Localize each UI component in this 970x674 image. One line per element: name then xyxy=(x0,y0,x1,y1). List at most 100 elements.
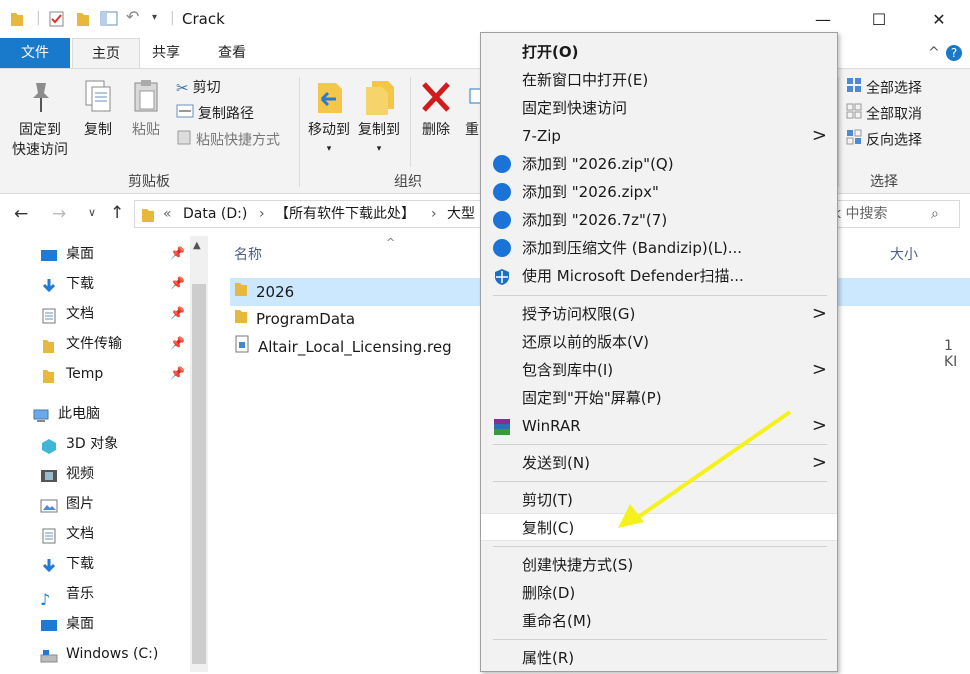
menu-item-defender-scan[interactable]: 使用 Microsoft Defender扫描... xyxy=(481,262,837,290)
pin-icon[interactable]: 📌 xyxy=(170,246,185,260)
scroll-up-icon[interactable]: ▲ xyxy=(193,240,201,251)
menu-label: 授予访问权限(G) xyxy=(522,305,636,323)
menu-item-properties[interactable]: 属性(R) xyxy=(481,644,837,672)
undo-icon[interactable]: ↶ xyxy=(126,7,139,26)
nav-item-desktop-2[interactable]: 桌面 xyxy=(40,610,94,638)
nav-label: 下载 xyxy=(66,276,94,292)
copy-button[interactable]: 复制 xyxy=(78,79,118,139)
nav-label: 下载 xyxy=(66,556,94,572)
menu-item-grant-access[interactable]: 授予访问权限(G) > xyxy=(481,300,837,328)
breadcrumb-overflow[interactable]: « xyxy=(163,201,172,227)
paste-button[interactable]: 粘贴 xyxy=(126,79,166,139)
recent-locations-icon[interactable]: ∨ xyxy=(88,206,96,219)
select-all-icon xyxy=(846,77,862,100)
menu-item-add-zip[interactable]: 添加到 "2026.zip"(Q) xyxy=(481,150,837,178)
nav-label: 此电脑 xyxy=(58,406,100,422)
nav-item-windows-c[interactable]: Windows (C:) xyxy=(40,640,158,668)
film-icon xyxy=(40,466,58,482)
menu-item-restore-versions[interactable]: 还原以前的版本(V) xyxy=(481,328,837,356)
select-none-button[interactable]: 全部取消 xyxy=(846,103,922,125)
invert-selection-button[interactable]: 反向选择 xyxy=(846,129,922,151)
file-row[interactable]: 2026 xyxy=(234,279,294,305)
menu-item-cut[interactable]: 剪切(T) xyxy=(481,486,837,514)
properties-icon[interactable] xyxy=(48,10,66,28)
submenu-arrow-icon: > xyxy=(811,415,827,436)
nav-item-file-transfer[interactable]: 文件传输 xyxy=(40,330,122,358)
menu-item-add-7z[interactable]: 添加到 "2026.7z"(7) xyxy=(481,206,837,234)
up-arrow-icon[interactable]: ↑ xyxy=(110,203,124,223)
menu-item-add-archive-bandizip[interactable]: 添加到压缩文件 (Bandizip)(L)... xyxy=(481,234,837,262)
menu-item-add-zipx[interactable]: 添加到 "2026.zipx" xyxy=(481,178,837,206)
column-header-name[interactable]: 名称 xyxy=(234,244,262,264)
copy-path-button[interactable]: 复制路径 xyxy=(176,103,254,125)
pin-icon[interactable]: 📌 xyxy=(170,366,185,380)
breadcrumb-segment[interactable]: Data (D:) xyxy=(183,201,247,227)
help-icon[interactable]: ? xyxy=(946,45,962,61)
menu-item-pin-start[interactable]: 固定到"开始"屏幕(P) xyxy=(481,384,837,412)
select-all-button[interactable]: 全部选择 xyxy=(846,77,922,99)
delete-button[interactable]: 删除 xyxy=(418,79,454,139)
qa-dropdown-icon[interactable]: ▾ xyxy=(152,12,157,30)
copy-icon xyxy=(85,80,111,112)
nav-item-downloads-2[interactable]: 下载 xyxy=(40,550,94,578)
file-row[interactable]: Altair_Local_Licensing.reg xyxy=(234,334,452,360)
nav-label: 文档 xyxy=(66,306,94,322)
nav-item-videos[interactable]: 视频 xyxy=(40,460,94,488)
file-row[interactable]: ProgramData xyxy=(234,306,355,332)
pin-icon[interactable]: 📌 xyxy=(170,336,185,350)
select-none-label: 全部取消 xyxy=(866,106,922,123)
pin-icon[interactable]: 📌 xyxy=(170,276,185,290)
copy-to-button[interactable]: 复制到 ▾ xyxy=(356,79,402,155)
nav-item-documents-2[interactable]: 文档 xyxy=(40,520,94,548)
nav-item-3d-objects[interactable]: 3D 对象 xyxy=(40,430,118,458)
menu-item-rename[interactable]: 重命名(M) xyxy=(481,607,837,635)
nav-item-this-pc[interactable]: 此电脑 xyxy=(32,400,100,428)
menu-item-open-new-window[interactable]: 在新窗口中打开(E) xyxy=(481,66,837,94)
menu-item-copy[interactable]: 复制(C) xyxy=(481,513,837,541)
close-button[interactable]: ✕ xyxy=(916,0,962,38)
new-folder-icon[interactable] xyxy=(76,10,90,28)
computer-icon xyxy=(32,406,50,422)
menu-label: 创建快捷方式(S) xyxy=(522,556,634,574)
nav-label: 视频 xyxy=(66,466,94,482)
tab-share[interactable]: 共享 xyxy=(136,38,196,68)
column-header-size[interactable]: 大小 xyxy=(890,244,918,264)
forward-arrow-icon[interactable]: → xyxy=(52,204,66,224)
menu-item-open[interactable]: 打开(O) xyxy=(481,38,837,66)
breadcrumb-segment[interactable]: 大型 xyxy=(447,201,475,227)
nav-item-music[interactable]: ♪ 音乐 xyxy=(40,580,94,609)
pin-to-quick-access-button[interactable]: 固定到 快速访问 xyxy=(8,79,72,159)
maximize-button[interactable]: ☐ xyxy=(856,0,902,38)
pin-icon[interactable]: 📌 xyxy=(170,306,185,320)
menu-item-include-library[interactable]: 包含到库中(I) > xyxy=(481,356,837,384)
menu-label: WinRAR xyxy=(522,417,581,435)
breadcrumb-chevron-icon[interactable]: › xyxy=(259,201,265,227)
move-to-button[interactable]: 移动到 ▾ xyxy=(306,79,352,155)
nav-item-pictures[interactable]: 图片 xyxy=(40,490,94,518)
rename-button[interactable]: 重 xyxy=(462,79,482,139)
breadcrumb-segment[interactable]: 【所有软件下载此处】 xyxy=(275,201,415,227)
tab-file[interactable]: 文件 xyxy=(0,38,70,68)
menu-item-pin-quick-access[interactable]: 固定到快速访问 xyxy=(481,94,837,122)
ribbon-separator-3 xyxy=(838,77,839,187)
pin-icon xyxy=(33,83,49,112)
search-icon: ⌕ xyxy=(931,206,939,222)
back-arrow-icon[interactable]: ← xyxy=(14,204,28,224)
nav-scrollbar-thumb[interactable] xyxy=(192,284,206,664)
menu-item-7zip[interactable]: 7-Zip > xyxy=(481,122,837,150)
view-pane-icon[interactable] xyxy=(100,10,118,28)
tab-home[interactable]: 主页 xyxy=(72,38,140,69)
nav-label: 音乐 xyxy=(66,586,94,602)
menu-item-create-shortcut[interactable]: 创建快捷方式(S) xyxy=(481,551,837,579)
nav-item-downloads[interactable]: 下载 xyxy=(40,270,94,298)
tab-view[interactable]: 查看 xyxy=(202,38,262,68)
menu-item-winrar[interactable]: WinRAR > xyxy=(481,412,837,440)
cut-button[interactable]: ✂ 剪切 xyxy=(176,77,221,99)
nav-item-desktop[interactable]: 桌面 xyxy=(40,240,94,268)
menu-item-delete[interactable]: 删除(D) xyxy=(481,579,837,607)
nav-item-temp[interactable]: Temp xyxy=(40,360,103,388)
breadcrumb-chevron-icon[interactable]: › xyxy=(431,201,437,227)
paste-shortcut-button[interactable]: 粘贴快捷方式 xyxy=(176,129,280,151)
menu-item-send-to[interactable]: 发送到(N) > xyxy=(481,449,837,477)
nav-item-documents[interactable]: 文档 xyxy=(40,300,94,328)
